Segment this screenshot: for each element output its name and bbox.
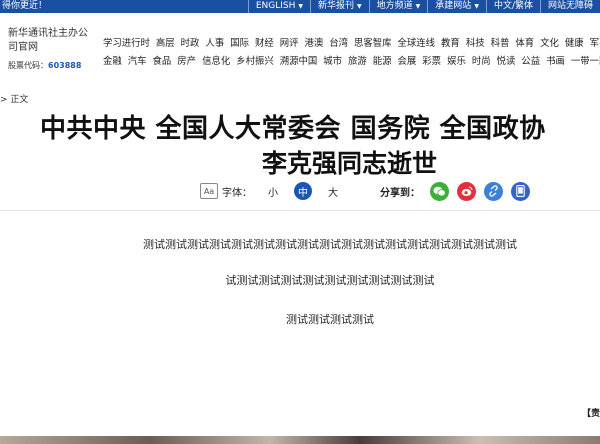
top-link-local-channels[interactable]: 地方频道 ▼ (368, 0, 428, 13)
mobile-glyph (516, 185, 525, 197)
nav-item[interactable]: 公益 (521, 55, 540, 68)
caret-down-icon: ▼ (298, 3, 304, 10)
nav-item[interactable]: 港澳 (304, 37, 323, 50)
article-paragraph: 测试测试测试测试 (286, 313, 374, 326)
nav-item[interactable]: 金融 (103, 55, 122, 68)
nav-row-1: 学习进行时 高层 时政 人事 国际 财经 网评 港澳 台湾 思客智库 全球连线 … (103, 37, 600, 50)
font-label: 字体： (222, 187, 252, 199)
nav-item[interactable]: 健康 (565, 37, 584, 50)
nav-item[interactable]: 会展 (398, 55, 417, 68)
caret-down-icon: ▼ (474, 3, 479, 10)
top-link-label: ENGLISH (255, 1, 296, 11)
nav-item[interactable]: 娱乐 (447, 55, 466, 68)
top-link-english[interactable]: ENGLISH ▼ (247, 0, 310, 13)
top-link-label: 承建网站 (435, 1, 472, 11)
nav-item[interactable]: 信息化 (202, 55, 230, 68)
weibo-glyph (461, 186, 473, 196)
weibo-share-icon[interactable] (457, 181, 476, 201)
nav-item[interactable]: 书画 (546, 55, 565, 68)
top-link-xinhua-press[interactable]: 新华报刊 ▼ (310, 0, 369, 13)
nav-item[interactable]: 高层 (156, 37, 175, 50)
nav-item[interactable]: 旅游 (348, 55, 367, 68)
nav-item[interactable]: 乡村振兴 (236, 55, 274, 68)
link-glyph (489, 185, 498, 197)
editor-credit: 【责任编辑 (582, 409, 600, 419)
nav-item[interactable]: 汽车 (128, 55, 147, 68)
wechat-share-icon[interactable] (430, 181, 449, 201)
article-tools: Aa 字体： 小 中 大 分享到： (200, 180, 530, 202)
font-size-large-button[interactable]: 大 (324, 182, 342, 200)
breadcrumb: > 正文 (0, 95, 29, 105)
top-link-accessibility[interactable]: 网站无障碍 (539, 0, 600, 13)
nav-item[interactable]: 军事 (590, 37, 600, 50)
caret-down-icon: ▼ (357, 3, 362, 10)
nav-item[interactable]: 时政 (181, 37, 200, 50)
nav-item[interactable]: 溯源中国 (280, 55, 318, 68)
stock-code: 603888 (48, 61, 82, 70)
nav-item[interactable]: 食品 (153, 55, 172, 68)
nav-item[interactable]: 时尚 (472, 55, 491, 68)
top-link-label: 网站无障碍 (547, 1, 593, 11)
nav-item[interactable]: 学习进行时 (103, 37, 150, 50)
font-size-icon: Aa (200, 183, 218, 199)
nav-item[interactable]: 全球连线 (398, 37, 436, 50)
mobile-share-icon[interactable] (511, 181, 530, 201)
nav-item[interactable]: 城市 (323, 55, 342, 68)
stock-info: 股票代码：603888 (8, 60, 81, 72)
stock-label: 股票代码： (8, 61, 48, 70)
nav-item[interactable]: 科技 (466, 37, 485, 50)
nav-item[interactable]: 房产 (177, 55, 196, 68)
top-link-label: 地方频道 (376, 1, 413, 11)
nav-item[interactable]: 悦读 (497, 55, 516, 68)
nav-item[interactable]: 文化 (540, 37, 559, 50)
nav-item[interactable]: 科普 (491, 37, 510, 50)
link-share-icon[interactable] (484, 181, 503, 201)
article-paragraph: 试测试测试测试测试测试测试测试测试测试 (225, 274, 435, 287)
nav-item[interactable]: 台湾 (329, 37, 348, 50)
greeting-text: 得你更近！ (2, 1, 48, 11)
site-header: 新华通讯社主办公司官网 股票代码：603888 学习进行时 高层 时政 人事 国… (0, 13, 600, 76)
font-size-small-button[interactable]: 小 (264, 182, 282, 200)
nav-item[interactable]: 网评 (280, 37, 299, 50)
top-link-built-sites[interactable]: 承建网站 ▼ (427, 0, 486, 13)
article-title-line-2: 李克强同志逝世 (262, 149, 438, 178)
share-label: 分享到： (380, 187, 420, 199)
nav-item[interactable]: 一带一路 (571, 55, 600, 68)
nav-item[interactable]: 能源 (373, 55, 392, 68)
divider (0, 210, 600, 211)
article-paragraph: 测试测试测试测试测试测试测试测试测试测试测试测试测试测试测试测试测试 (143, 238, 517, 251)
top-link-label: 新华报刊 (318, 1, 355, 11)
top-link-label: 中文/繁体 (493, 1, 533, 11)
nav-item[interactable]: 人事 (205, 37, 224, 50)
font-size-medium-button[interactable]: 中 (294, 182, 312, 200)
article-title-line-1: 中共中央 全国人大常委会 国务院 全国政协 (40, 114, 546, 144)
top-links: ENGLISH ▼ 新华报刊 ▼ 地方频道 ▼ 承建网站 ▼ 中文/繁体 网站无障碍 (247, 0, 600, 13)
nav-item[interactable]: 国际 (230, 37, 249, 50)
nav-item[interactable]: 思客智库 (354, 37, 392, 50)
nav-item[interactable]: 体育 (515, 37, 534, 50)
caret-down-icon: ▼ (415, 3, 421, 10)
brand-name[interactable]: 新华通讯社主办公司官网 (8, 27, 94, 55)
bottom-image-strip (0, 436, 600, 444)
nav-item[interactable]: 彩票 (422, 55, 441, 68)
nav-row-2: 金融 汽车 食品 房产 信息化 乡村振兴 溯源中国 城市 旅游 能源 会展 彩票… (103, 55, 600, 68)
top-bar: 得你更近！ ENGLISH ▼ 新华报刊 ▼ 地方频道 ▼ 承建网站 ▼ 中文/繁体 网… (0, 0, 600, 13)
top-link-language[interactable]: 中文/繁体 (485, 0, 540, 13)
nav-item[interactable]: 财经 (255, 37, 274, 50)
wechat-glyph (433, 186, 446, 196)
nav-item[interactable]: 教育 (441, 37, 460, 50)
